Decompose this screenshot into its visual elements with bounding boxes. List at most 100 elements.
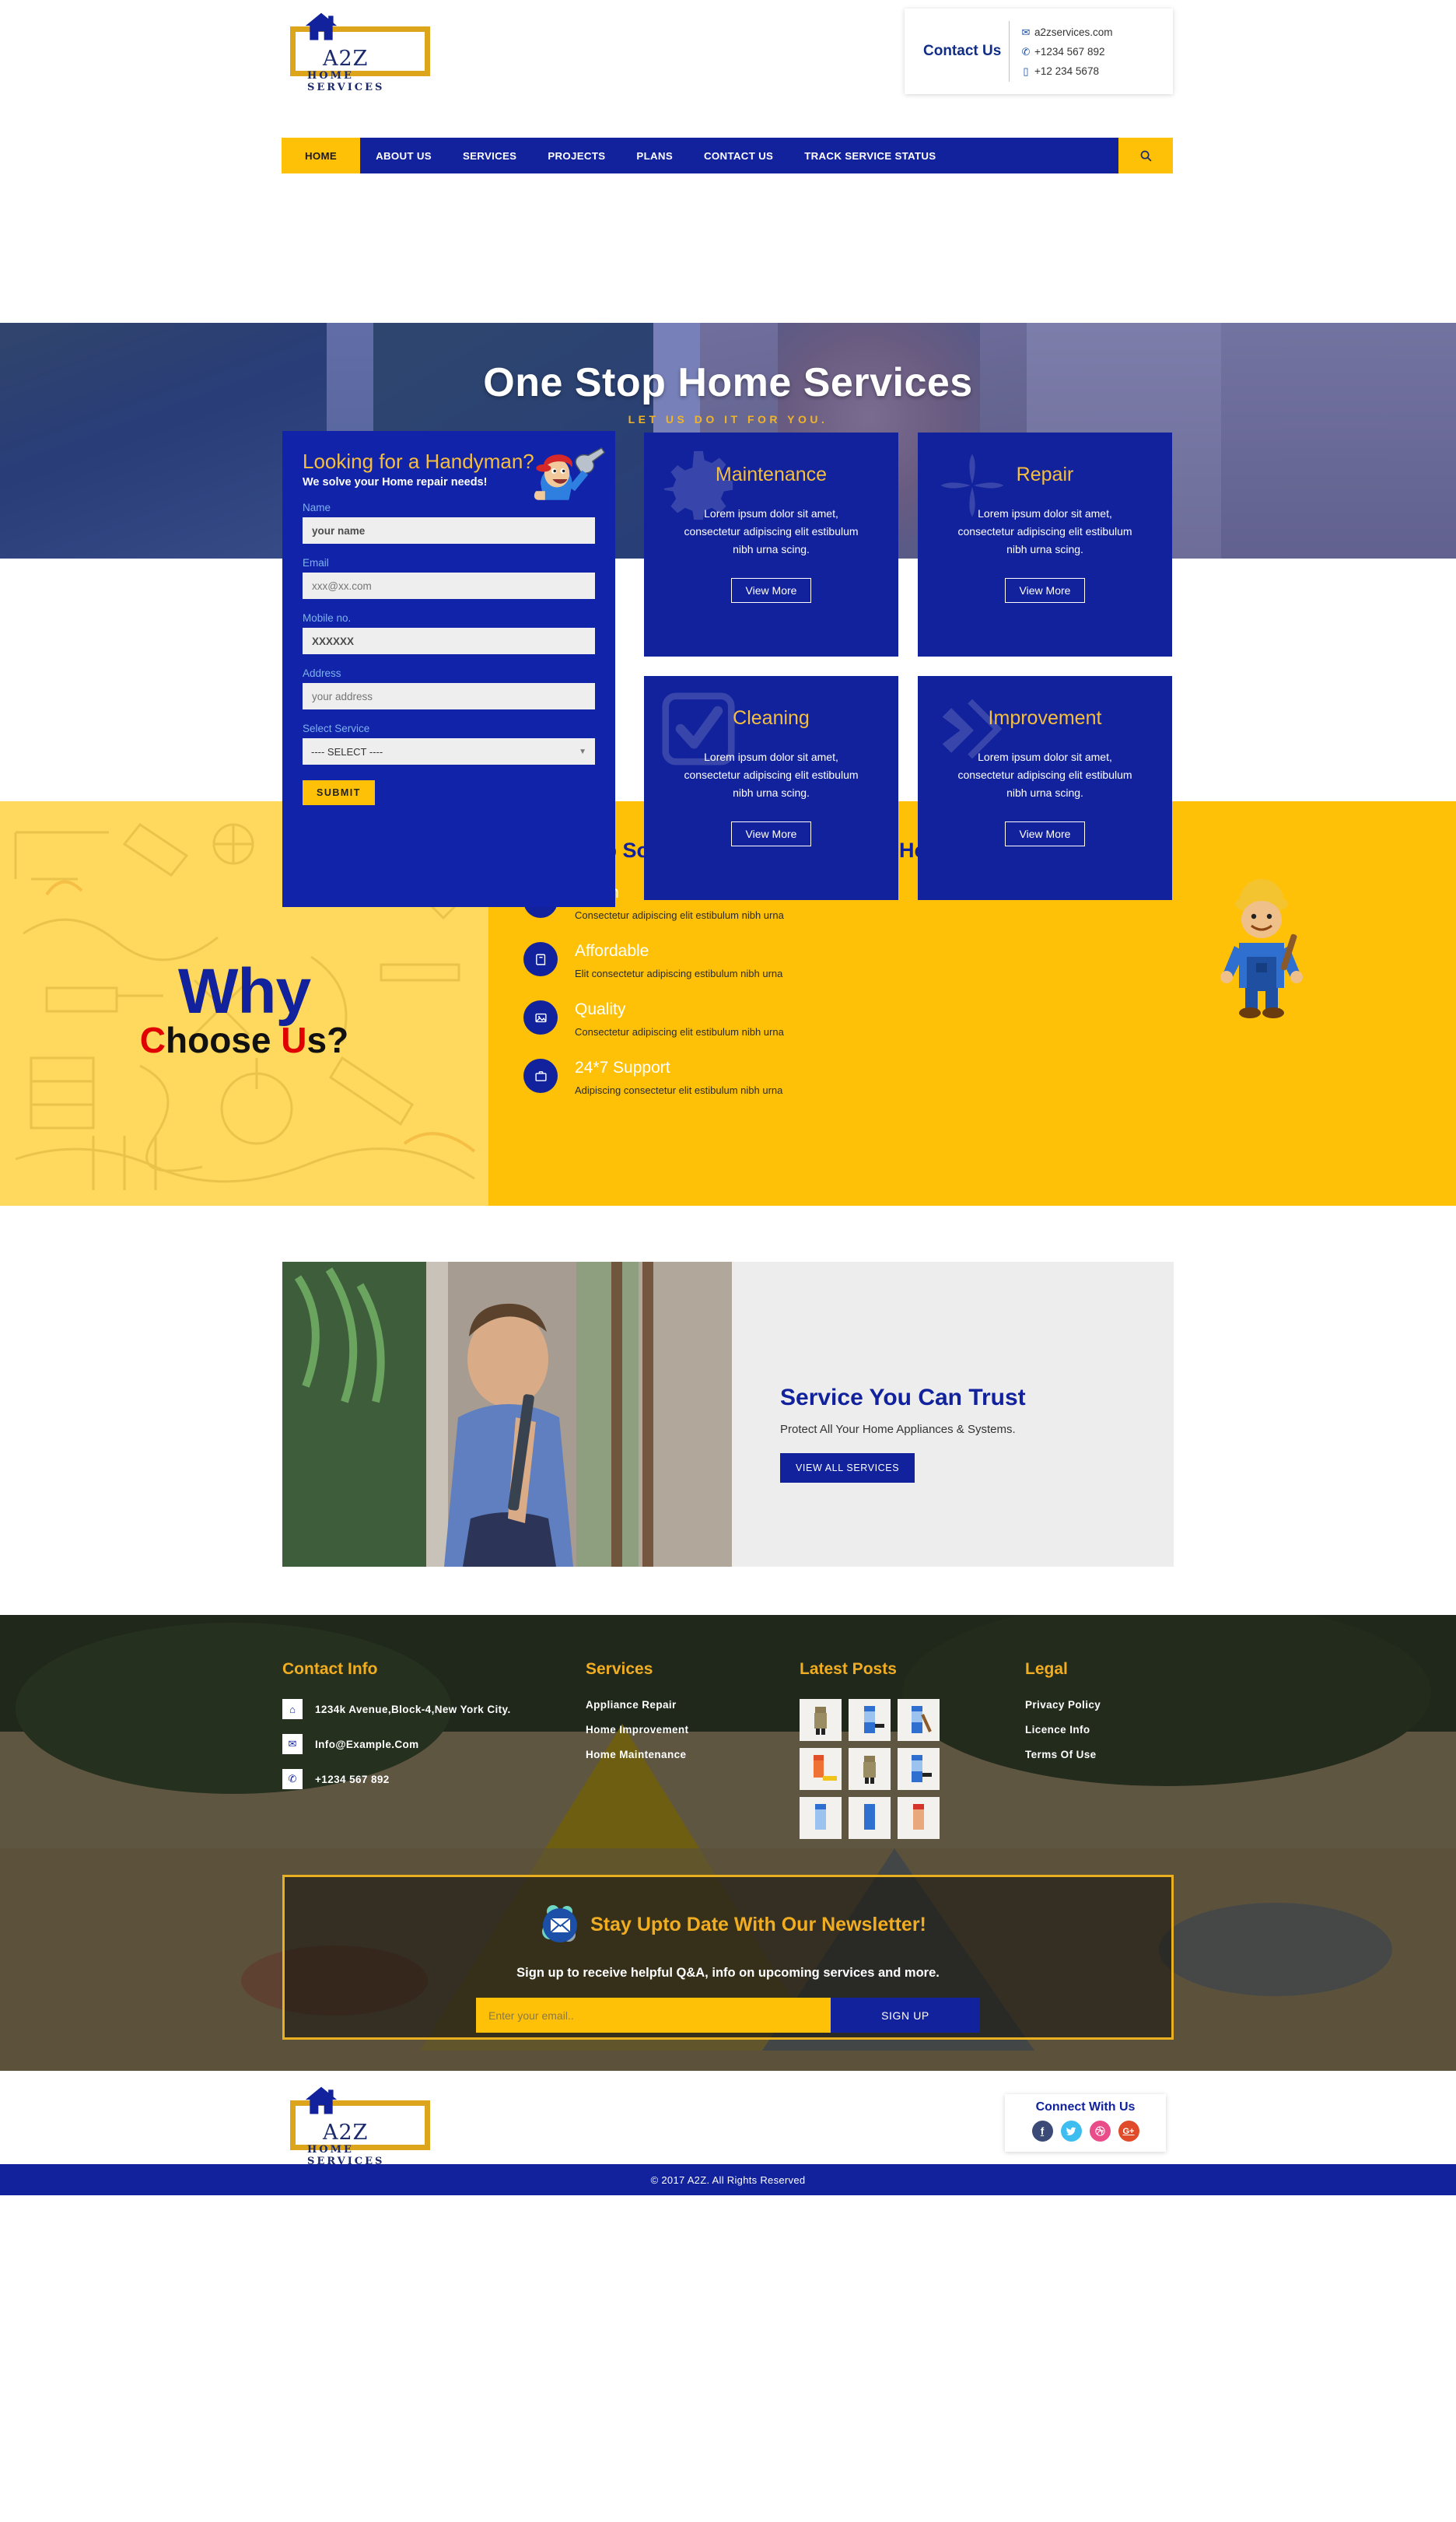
house-icon xyxy=(305,2086,338,2114)
newsletter-email-input[interactable] xyxy=(476,1998,831,2033)
contact-row-mobile[interactable]: ▯ +12 234 5678 xyxy=(1017,61,1113,81)
post-thumbnail[interactable] xyxy=(898,1797,940,1839)
feature-desc: Adipiscing consectetur elit estibulum ni… xyxy=(575,1084,783,1096)
footer-posts-column: Latest Posts xyxy=(800,1660,1025,1839)
mobile-icon: ▯ xyxy=(1023,65,1029,77)
site-logo[interactable]: A2Z HOME SERVICES xyxy=(276,6,432,93)
latest-posts-grid xyxy=(800,1699,1025,1839)
footer-logo[interactable]: A2Z HOME SERVICES xyxy=(276,2080,432,2167)
footer-link-home-maintenance[interactable]: Home Maintenance xyxy=(586,1749,800,1760)
site-footer: Contact Info ⌂ 1234k Avenue,Block-4,New … xyxy=(0,1615,1456,2071)
twitter-icon[interactable] xyxy=(1060,2121,1082,2142)
newsletter-form: SIGN UP xyxy=(476,1998,980,2033)
trust-inner: Service You Can Trust Protect All Your H… xyxy=(282,1262,1174,1567)
social-links: f G+ xyxy=(1005,2121,1166,2142)
main-nav: HOME ABOUT US SERVICES PROJECTS PLANS CO… xyxy=(282,138,1173,173)
home-icon: ⌂ xyxy=(282,1699,303,1719)
hero-title: One Stop Home Services xyxy=(483,360,973,405)
page-root: A2Z HOME SERVICES Contact Us ✉ a2zservic… xyxy=(0,0,1456,2195)
card-text: Lorem ipsum dolor sit amet, consectetur … xyxy=(684,751,859,799)
post-thumbnail[interactable] xyxy=(898,1699,940,1741)
card-title: Maintenance xyxy=(715,464,828,485)
logo-name: A2Z xyxy=(323,47,369,71)
newsletter-box: Stay Upto Date With Our Newsletter! Sign… xyxy=(282,1875,1174,2040)
nav-item-track-service-status[interactable]: TRACK SERVICE STATUS xyxy=(789,138,951,173)
service-select[interactable]: ---- SELECT ---- ▼ xyxy=(303,738,595,765)
dribbble-icon[interactable] xyxy=(1089,2121,1111,2142)
view-all-services-button[interactable]: VIEW ALL SERVICES xyxy=(780,1453,915,1483)
address-input[interactable] xyxy=(303,683,595,709)
footer-services-heading: Services xyxy=(586,1660,653,1678)
nav-item-about-us[interactable]: ABOUT US xyxy=(360,138,447,173)
nav-item-contact-us[interactable]: CONTACT US xyxy=(688,138,789,173)
footer-link-privacy-policy[interactable]: Privacy Policy xyxy=(1025,1699,1173,1711)
post-thumbnail[interactable] xyxy=(800,1699,842,1741)
contact-row-email[interactable]: ✉ a2zservices.com xyxy=(1017,23,1113,42)
why-choose-us-wordmark: Why Choose Us? xyxy=(139,956,349,1060)
view-more-button[interactable]: View More xyxy=(1004,578,1086,603)
footer-phone-row[interactable]: ✆ +1234 567 892 xyxy=(282,1769,586,1789)
service-card-repair[interactable]: Repair Lorem ipsum dolor sit amet, conse… xyxy=(918,433,1172,657)
choose-us-word: Choose Us? xyxy=(139,1020,349,1060)
contact-phone: +1234 567 892 xyxy=(1034,45,1105,58)
logo-name: A2Z xyxy=(323,2121,369,2145)
feature-quality: Quality Consectetur adipiscing elit esti… xyxy=(523,1000,1456,1038)
handyman-form: Looking for a Handyman? We solve your Ho… xyxy=(282,431,615,907)
label-mobile: Mobile no. xyxy=(303,612,352,624)
footer-services-column: Services Appliance Repair Home Improveme… xyxy=(586,1660,800,1839)
feature-title: Affordable xyxy=(575,942,649,960)
card-title: Improvement xyxy=(988,707,1102,729)
footer-phone: +1234 567 892 xyxy=(315,1773,390,1785)
service-card-row-2: Cleaning Lorem ipsum dolor sit amet, con… xyxy=(644,676,1173,900)
card-title: Repair xyxy=(1016,464,1074,485)
footer-link-appliance-repair[interactable]: Appliance Repair xyxy=(586,1699,800,1711)
top-bar: A2Z HOME SERVICES Contact Us ✉ a2zservic… xyxy=(0,0,1456,173)
footer-email-row[interactable]: ✉ Info@Example.Com xyxy=(282,1734,586,1754)
post-thumbnail[interactable] xyxy=(800,1797,842,1839)
logo-tagline: HOME SERVICES xyxy=(307,70,385,93)
phone-icon: ✆ xyxy=(1021,45,1031,58)
trust-text-panel: Service You Can Trust Protect All Your H… xyxy=(732,1262,1174,1567)
nav-item-plans[interactable]: PLANS xyxy=(621,138,688,173)
footer-columns: Contact Info ⌂ 1234k Avenue,Block-4,New … xyxy=(282,1615,1174,1839)
post-thumbnail[interactable] xyxy=(800,1748,842,1790)
handyman-illustration xyxy=(534,447,606,500)
footer-link-terms-of-use[interactable]: Terms Of Use xyxy=(1025,1749,1173,1760)
service-card-maintenance[interactable]: Maintenance Lorem ipsum dolor sit amet, … xyxy=(644,433,898,657)
service-select-value: ---- SELECT ---- xyxy=(311,745,383,758)
chevron-down-icon: ▼ xyxy=(579,747,586,756)
footer-link-home-improvement[interactable]: Home Improvement xyxy=(586,1724,800,1736)
footer-link-licence-info[interactable]: Licence Info xyxy=(1025,1724,1173,1736)
email-input[interactable] xyxy=(303,573,595,599)
footer-email: Info@Example.Com xyxy=(315,1738,419,1750)
view-more-button[interactable]: View More xyxy=(730,578,812,603)
contact-row-phone[interactable]: ✆ +1234 567 892 xyxy=(1017,42,1113,61)
post-thumbnail[interactable] xyxy=(849,1699,891,1741)
card-text: Lorem ipsum dolor sit amet, consectetur … xyxy=(684,507,859,555)
post-thumbnail[interactable] xyxy=(849,1748,891,1790)
newsletter-signup-button[interactable]: SIGN UP xyxy=(831,1998,980,2033)
service-card-cleaning[interactable]: Cleaning Lorem ipsum dolor sit amet, con… xyxy=(644,676,898,900)
envelope-icon: ✉ xyxy=(1021,26,1031,38)
nav-item-home[interactable]: HOME xyxy=(282,138,361,173)
search-icon[interactable] xyxy=(1118,138,1173,173)
post-thumbnail[interactable] xyxy=(898,1748,940,1790)
footer-contact-heading: Contact Info xyxy=(282,1660,378,1678)
card-text: Lorem ipsum dolor sit amet, consectetur … xyxy=(957,751,1132,799)
view-more-button[interactable]: View More xyxy=(1004,821,1086,846)
submit-button[interactable]: SUBMIT xyxy=(303,780,375,805)
nav-item-projects[interactable]: PROJECTS xyxy=(532,138,621,173)
feature-desc: Consectetur adipiscing elit estibulum ni… xyxy=(575,1026,784,1038)
footer-legal-column: Legal Privacy Policy Licence Info Terms … xyxy=(1025,1660,1173,1839)
trust-subtitle: Protect All Your Home Appliances & Syste… xyxy=(780,1423,1016,1436)
view-more-button[interactable]: View More xyxy=(730,821,812,846)
facebook-icon[interactable]: f xyxy=(1031,2121,1053,2142)
service-card-improvement[interactable]: Improvement Lorem ipsum dolor sit amet, … xyxy=(918,676,1172,900)
google-plus-icon[interactable]: G+ xyxy=(1118,2121,1139,2142)
mobile-input[interactable] xyxy=(303,628,595,654)
nav-item-services[interactable]: SERVICES xyxy=(447,138,532,173)
newsletter-subtitle: Sign up to receive helpful Q&A, info on … xyxy=(516,1966,940,1980)
why-word: Why xyxy=(177,956,311,1027)
post-thumbnail[interactable] xyxy=(849,1797,891,1839)
